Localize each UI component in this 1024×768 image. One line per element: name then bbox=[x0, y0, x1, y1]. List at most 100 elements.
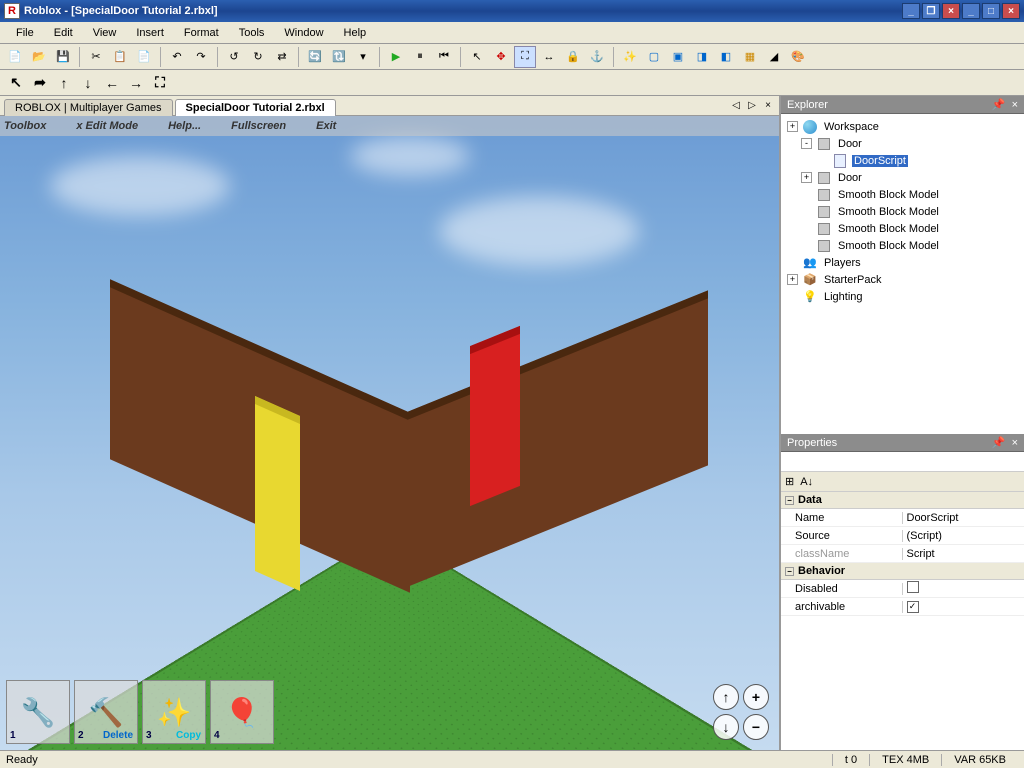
arrow-nw-icon[interactable]: ↖ bbox=[6, 73, 26, 93]
prop-category-data[interactable]: −Data bbox=[781, 492, 1024, 509]
arrow-right-icon[interactable]: → bbox=[126, 73, 146, 93]
prop-row-name[interactable]: NameDoorScript bbox=[781, 509, 1024, 527]
copy-icon[interactable]: 📋 bbox=[109, 46, 131, 68]
sort-icon[interactable]: A↓ bbox=[800, 476, 813, 488]
tree-toggle-icon[interactable]: + bbox=[787, 121, 798, 132]
tree-node-starterpack[interactable]: +📦StarterPack bbox=[785, 271, 1020, 288]
cam-down-icon[interactable]: ↓ bbox=[713, 714, 739, 740]
tree-toggle-icon[interactable]: - bbox=[801, 138, 812, 149]
checkbox-icon[interactable] bbox=[907, 581, 919, 593]
zoom-in-icon[interactable]: + bbox=[743, 684, 769, 710]
prop-value[interactable]: ✓ bbox=[903, 600, 1024, 613]
hud-tool-1[interactable]: 🔧1 bbox=[6, 680, 70, 744]
exit-button[interactable]: Exit bbox=[316, 120, 336, 132]
tree-node-smooth-block-model[interactable]: Smooth Block Model bbox=[785, 220, 1020, 237]
group-icon[interactable]: ▢ bbox=[643, 46, 665, 68]
prop-row-disabled[interactable]: Disabled bbox=[781, 580, 1024, 598]
new-icon[interactable]: 📄 bbox=[4, 46, 26, 68]
menu-window[interactable]: Window bbox=[274, 25, 333, 41]
prop-row-archivable[interactable]: archivable✓ bbox=[781, 598, 1024, 616]
close-button[interactable]: × bbox=[1002, 3, 1020, 19]
play-icon[interactable]: ▶ bbox=[385, 46, 407, 68]
prop-value[interactable] bbox=[903, 581, 1024, 596]
viewport-3d[interactable]: Toolbox x Edit Mode Help... Fullscreen E… bbox=[0, 116, 779, 750]
color-icon[interactable]: 🎨 bbox=[787, 46, 809, 68]
tree-node-smooth-block-model[interactable]: Smooth Block Model bbox=[785, 186, 1020, 203]
arrow-ne-icon[interactable]: ➦ bbox=[30, 73, 50, 93]
tree-node-door[interactable]: -Door bbox=[785, 135, 1020, 152]
move-icon[interactable]: ✥ bbox=[490, 46, 512, 68]
pin-icon[interactable]: 📌 bbox=[992, 436, 1006, 449]
property-grid[interactable]: −DataNameDoorScriptSource(Script)classNa… bbox=[781, 492, 1024, 750]
rotate-y-icon[interactable]: 🔃 bbox=[328, 46, 350, 68]
tree-node-lighting[interactable]: 💡Lighting bbox=[785, 288, 1020, 305]
rotate-left-icon[interactable]: ↺ bbox=[223, 46, 245, 68]
minimize-button-outer[interactable]: _ bbox=[962, 3, 980, 19]
close-panel-icon[interactable]: × bbox=[1012, 99, 1018, 111]
arrow-down-icon[interactable]: ↓ bbox=[78, 73, 98, 93]
hud-tool-4[interactable]: 🎈4 bbox=[210, 680, 274, 744]
pin-icon[interactable]: 📌 bbox=[992, 98, 1006, 111]
tree-node-players[interactable]: 👥Players bbox=[785, 254, 1020, 271]
open-icon[interactable]: 📂 bbox=[28, 46, 50, 68]
rotate-right-icon[interactable]: ↻ bbox=[247, 46, 269, 68]
editmode-button[interactable]: x Edit Mode bbox=[76, 120, 138, 132]
rotate-x-icon[interactable]: 🔄 bbox=[304, 46, 326, 68]
tree-toggle-icon[interactable]: + bbox=[801, 172, 812, 183]
material-icon[interactable]: ◢ bbox=[763, 46, 785, 68]
fullscreen-button[interactable]: Fullscreen bbox=[231, 120, 286, 132]
zoom-out-icon[interactable]: − bbox=[743, 714, 769, 740]
step-icon[interactable]: ⏮ bbox=[433, 46, 455, 68]
collapse-icon[interactable]: − bbox=[785, 567, 794, 576]
hud-tool-copy[interactable]: ✨3Copy bbox=[142, 680, 206, 744]
prop-value[interactable]: DoorScript bbox=[903, 512, 1024, 524]
prop-category-behavior[interactable]: −Behavior bbox=[781, 563, 1024, 580]
select-icon[interactable]: ↖ bbox=[466, 46, 488, 68]
tree-node-workspace[interactable]: +Workspace bbox=[785, 118, 1020, 135]
menu-file[interactable]: File bbox=[6, 25, 44, 41]
menu-edit[interactable]: Edit bbox=[44, 25, 83, 41]
menu-tools[interactable]: Tools bbox=[229, 25, 275, 41]
property-search[interactable] bbox=[781, 452, 1024, 472]
scale-icon[interactable]: ⛶ bbox=[514, 46, 536, 68]
save-icon[interactable]: 💾 bbox=[52, 46, 74, 68]
tree-node-doorscript[interactable]: DoorScript bbox=[785, 152, 1020, 169]
tree-node-door[interactable]: +Door bbox=[785, 169, 1020, 186]
menu-view[interactable]: View bbox=[83, 25, 127, 41]
anchor-icon[interactable]: ⚓ bbox=[586, 46, 608, 68]
expand-icon[interactable]: ⛶ bbox=[150, 73, 170, 93]
categorize-icon[interactable]: ⊞ bbox=[785, 475, 794, 488]
maximize-button[interactable]: □ bbox=[982, 3, 1000, 19]
explorer-tree[interactable]: +Workspace-DoorDoorScript+DoorSmooth Blo… bbox=[781, 114, 1024, 434]
menu-insert[interactable]: Insert bbox=[126, 25, 174, 41]
property-search-input[interactable] bbox=[781, 452, 1024, 471]
tree-node-smooth-block-model[interactable]: Smooth Block Model bbox=[785, 237, 1020, 254]
dropdown-icon[interactable]: ▾ bbox=[352, 46, 374, 68]
tree-node-smooth-block-model[interactable]: Smooth Block Model bbox=[785, 203, 1020, 220]
help-button[interactable]: Help... bbox=[168, 120, 201, 132]
cut-icon[interactable]: ✂ bbox=[85, 46, 107, 68]
tree-toggle-icon[interactable]: + bbox=[787, 274, 798, 285]
fill-icon[interactable]: ▦ bbox=[739, 46, 761, 68]
resize-icon[interactable]: ↔ bbox=[538, 46, 560, 68]
tab-close-icon[interactable]: × bbox=[761, 98, 775, 112]
back-icon[interactable]: ◧ bbox=[715, 46, 737, 68]
inner-close-button[interactable]: × bbox=[942, 3, 960, 19]
wand-icon[interactable]: ✨ bbox=[619, 46, 641, 68]
front-icon[interactable]: ◨ bbox=[691, 46, 713, 68]
tab-specialdoor[interactable]: SpecialDoor Tutorial 2.rbxl bbox=[175, 99, 336, 116]
restore-button[interactable]: ❐ bbox=[922, 3, 940, 19]
tab-multiplayer[interactable]: ROBLOX | Multiplayer Games bbox=[4, 99, 173, 116]
undo-icon[interactable]: ↶ bbox=[166, 46, 188, 68]
arrow-left-icon[interactable]: ← bbox=[102, 73, 122, 93]
tab-scroll-right-icon[interactable]: ▷ bbox=[745, 98, 759, 112]
ungroup-icon[interactable]: ▣ bbox=[667, 46, 689, 68]
hud-tool-delete[interactable]: 🔨2Delete bbox=[74, 680, 138, 744]
paste-icon[interactable]: 📄 bbox=[133, 46, 155, 68]
menu-format[interactable]: Format bbox=[174, 25, 229, 41]
cam-up-icon[interactable]: ↑ bbox=[713, 684, 739, 710]
menu-help[interactable]: Help bbox=[334, 25, 377, 41]
prop-row-classname[interactable]: classNameScript bbox=[781, 545, 1024, 563]
toolbox-button[interactable]: Toolbox bbox=[4, 120, 46, 132]
prop-value[interactable]: Script bbox=[903, 548, 1024, 560]
